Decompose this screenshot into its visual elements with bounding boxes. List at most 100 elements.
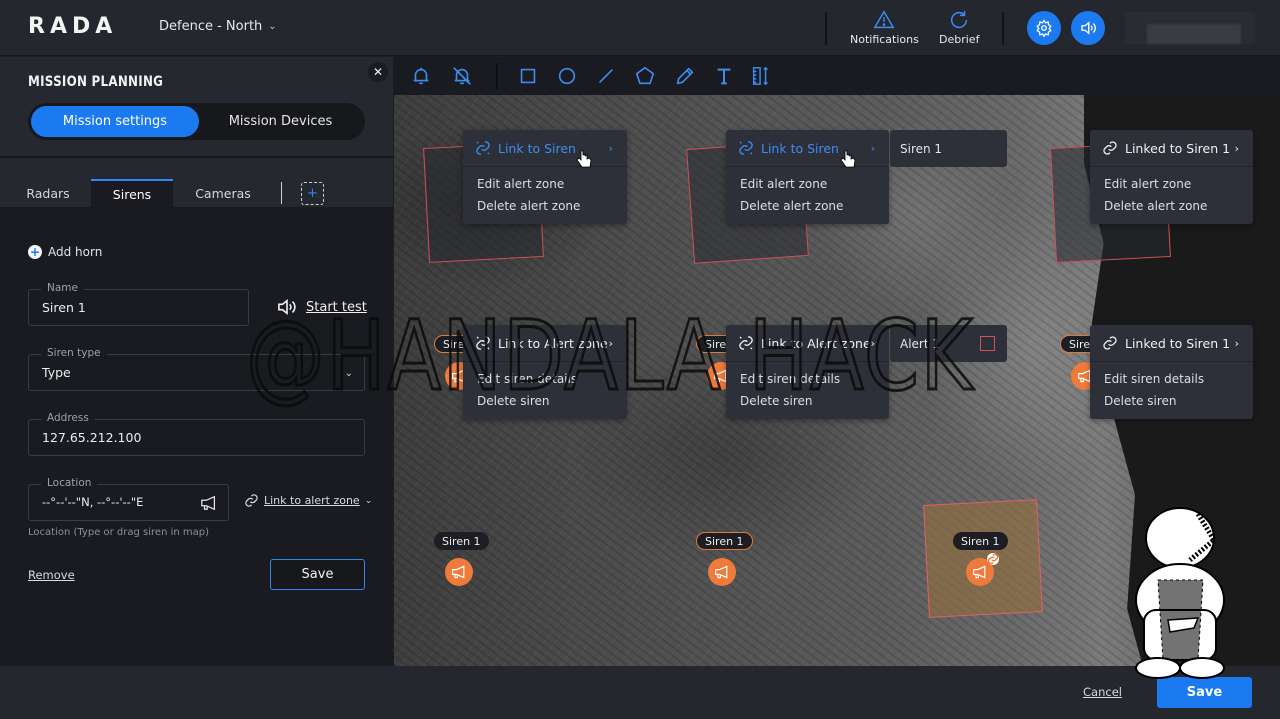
settings-button[interactable] [1027, 11, 1061, 45]
tool-bell[interactable] [410, 65, 432, 87]
siren-type-select[interactable]: Siren type Type ⌄ [28, 347, 365, 391]
zone-context-menu: Link to Siren › Edit alert zone Delete a… [726, 130, 889, 224]
link-to-siren-item[interactable]: Link to Siren › [463, 130, 627, 167]
add-horn-button[interactable]: + Add horn [28, 245, 102, 259]
menu-head-label: Link to Siren [761, 140, 839, 156]
location-hint: Location (Type or drag siren in map) [28, 527, 210, 538]
link-to-siren-item[interactable]: Link to Siren › [726, 130, 889, 167]
link-to-alert-zone-label: Link to alert zone [264, 494, 360, 507]
gear-icon [1036, 19, 1052, 37]
name-field-value: Siren 1 [42, 300, 86, 315]
tool-polygon[interactable] [634, 65, 656, 87]
chevron-right-icon: › [608, 141, 613, 155]
refresh-icon [951, 10, 968, 29]
tool-rectangle[interactable] [517, 65, 539, 87]
delete-alert-zone-item[interactable]: Delete alert zone [463, 195, 627, 217]
address-field[interactable]: Address 127.65.212.100 [28, 412, 365, 456]
tool-text[interactable] [713, 65, 735, 87]
siren-label-selected[interactable]: Siren 1 [696, 532, 753, 550]
sound-button[interactable] [1071, 11, 1105, 45]
edit-siren-details-item[interactable]: Edit siren details [463, 368, 627, 390]
close-panel-button[interactable]: ✕ [368, 62, 388, 82]
alert-zone-submenu-item[interactable]: Alert 1 [890, 325, 1007, 362]
siren-marker-linked[interactable] [966, 553, 999, 586]
delete-siren-item[interactable]: Delete siren [1090, 390, 1253, 412]
linked-to-siren-item[interactable]: Linked to Siren 1 › [1090, 325, 1253, 362]
footer-bar: Cancel Save [0, 666, 1280, 719]
debrief-button[interactable]: Debrief [939, 9, 979, 46]
name-field[interactable]: Name Siren 1 [28, 282, 249, 326]
delete-alert-zone-item[interactable]: Delete alert zone [1090, 195, 1253, 217]
speaker-icon [1081, 21, 1096, 35]
tool-pencil[interactable] [674, 65, 696, 87]
tab-cameras[interactable]: Cameras [183, 179, 263, 207]
zone-context-menu: Link to Siren › Edit alert zone Delete a… [463, 130, 627, 224]
tool-ruler[interactable] [750, 65, 772, 87]
address-value: 127.65.212.100 [42, 430, 142, 445]
edit-alert-zone-item[interactable]: Edit alert zone [463, 173, 627, 195]
siren-label[interactable]: Siren 1 [434, 532, 489, 550]
chevron-down-icon: ⌄ [344, 368, 353, 379]
chevron-right-icon: › [870, 141, 875, 155]
tab-radars[interactable]: Radars [14, 179, 82, 207]
delete-siren-item[interactable]: Delete siren [463, 390, 627, 412]
edit-alert-zone-item[interactable]: Edit alert zone [726, 173, 889, 195]
add-tab-button[interactable]: + [301, 182, 324, 205]
bell-off-icon [453, 67, 471, 85]
tab-divider [281, 182, 282, 204]
tool-circle[interactable] [556, 65, 578, 87]
siren-context-menu: Link to Alert zone › Edit siren details … [726, 325, 889, 419]
location-field[interactable]: Location --°--'--"N, --°--'--"E [28, 477, 229, 521]
submenu-label: Alert 1 [900, 336, 941, 351]
speaker-icon [278, 299, 296, 315]
handala-figure-image [1135, 507, 1225, 679]
remove-button[interactable]: Remove [28, 568, 75, 582]
panel-save-button[interactable]: Save [270, 559, 365, 590]
mode-switch: Mission settings Mission Devices [28, 103, 365, 140]
app-root: RADA Defence - North ⌄ Notifications Deb… [0, 0, 1280, 719]
link-broken-icon [739, 336, 753, 350]
edit-alert-zone-item[interactable]: Edit alert zone [1090, 173, 1253, 195]
segment-mission-devices[interactable]: Mission Devices [199, 106, 362, 137]
delete-alert-zone-item[interactable]: Delete alert zone [726, 195, 889, 217]
link-broken-icon [476, 141, 490, 155]
menu-head-label: Linked to Siren 1 [1125, 140, 1231, 156]
notifications-button[interactable]: Notifications [850, 9, 919, 46]
siren-label[interactable]: Siren 1 [953, 532, 1008, 550]
linked-to-siren-item[interactable]: Linked to Siren 1 › [1090, 130, 1253, 167]
tool-bell-off[interactable] [451, 65, 473, 87]
device-tabs: Radars Sirens Cameras + [0, 158, 393, 207]
link-to-alert-zone-item[interactable]: Link to Alert zone › [463, 325, 627, 362]
pencil-icon [676, 67, 694, 85]
siren-marker[interactable] [708, 558, 736, 586]
siren-submenu-item[interactable]: Siren 1 [890, 130, 1007, 167]
panel-header: MISSION PLANNING ✕ Mission settings Miss… [0, 57, 393, 157]
cancel-button[interactable]: Cancel [1083, 685, 1122, 699]
tool-line[interactable] [595, 65, 617, 87]
link-icon [245, 494, 258, 507]
siren-context-menu: Linked to Siren 1 › Edit siren details D… [1090, 325, 1253, 419]
add-horn-label: Add horn [48, 245, 103, 259]
org-selector[interactable]: Defence - North ⌄ [159, 19, 277, 34]
siren-type-value: Type [42, 365, 71, 380]
close-icon: ✕ [372, 65, 384, 79]
tab-sirens[interactable]: Sirens [91, 179, 173, 207]
warning-triangle-icon [873, 10, 895, 29]
panel-title: MISSION PLANNING [28, 74, 164, 90]
edit-siren-details-item[interactable]: Edit siren details [726, 368, 889, 390]
link-to-alert-zone-dropdown[interactable]: Link to alert zone ⌄ [244, 493, 372, 508]
link-to-alert-zone-item[interactable]: Link to Alert zone › [726, 325, 889, 362]
zone-thumbnail-icon [980, 336, 995, 351]
delete-siren-item[interactable]: Delete siren [726, 390, 889, 412]
start-test-button[interactable]: Start test [276, 298, 367, 316]
hand-cursor-icon [840, 150, 856, 168]
debrief-label: Debrief [939, 33, 980, 46]
segment-mission-settings[interactable]: Mission settings [31, 106, 199, 137]
siren-marker[interactable] [445, 558, 473, 586]
link-broken-icon [739, 141, 753, 155]
start-test-label: Start test [306, 299, 367, 315]
megaphone-icon[interactable] [200, 495, 218, 511]
user-profile-redacted[interactable] [1125, 12, 1255, 44]
edit-siren-details-item[interactable]: Edit siren details [1090, 368, 1253, 390]
circle-icon [558, 67, 576, 85]
